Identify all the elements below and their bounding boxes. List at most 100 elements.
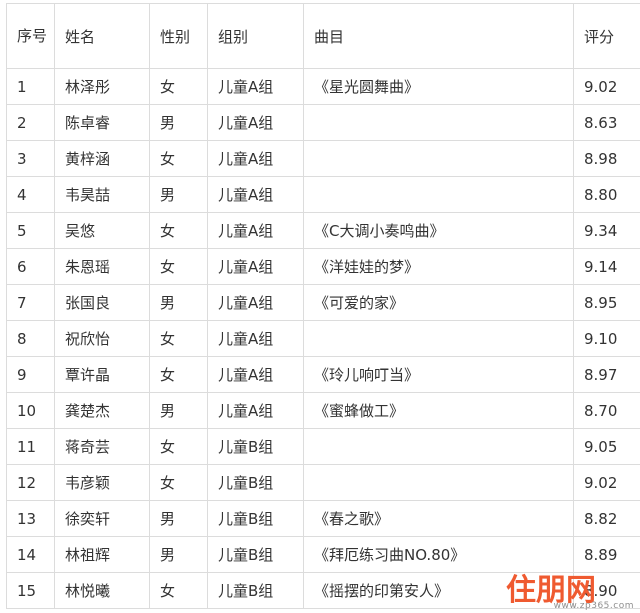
cell-gender: 女	[149, 464, 208, 501]
cell-piece	[303, 176, 574, 213]
cell-name: 朱恩瑶	[54, 248, 150, 285]
cell-no: 11	[6, 428, 55, 465]
cell-score: 9.34	[573, 212, 640, 249]
cell-name: 林祖辉	[54, 536, 150, 573]
table-header-row: 序号 姓名 性别 组别 曲目 评分	[6, 3, 640, 69]
table-row: 1 林泽彤女儿童A组 《星光圆舞曲》 9.02	[6, 68, 640, 105]
cell-name: 韦彦颖	[54, 464, 150, 501]
cell-score: 9.14	[573, 248, 640, 285]
cell-score: 8.97	[573, 356, 640, 393]
cell-piece	[303, 464, 574, 501]
cell-piece	[303, 320, 574, 357]
cell-group: 儿童A组	[207, 320, 304, 357]
cell-no: 8	[6, 320, 55, 357]
cell-name: 蒋奇芸	[54, 428, 150, 465]
cell-name: 吴悠	[54, 212, 150, 249]
header-gender: 性别	[149, 3, 208, 69]
cell-group: 儿童A组	[207, 356, 304, 393]
cell-no: 13	[6, 500, 55, 537]
cell-gender: 男	[149, 536, 208, 573]
cell-piece: 《星光圆舞曲》	[303, 68, 574, 105]
table-row: 3 黄梓涵女儿童A组 8.98	[6, 140, 640, 177]
cell-piece: 《拜厄练习曲NO.80》	[303, 536, 574, 573]
cell-piece	[303, 140, 574, 177]
cell-no: 5	[6, 212, 55, 249]
cell-name: 韦昊喆	[54, 176, 150, 213]
results-table-body: 序号 姓名 性别 组别 曲目 评分 1 林泽彤女儿童A组 《星光圆舞曲》 9.02 2 陈…	[6, 3, 640, 609]
cell-group: 儿童A组	[207, 212, 304, 249]
cell-group: 儿童A组	[207, 176, 304, 213]
cell-group: 儿童B组	[207, 572, 304, 609]
table-row: 9 覃许晶女儿童A组 《玲儿响叮当》 8.97	[6, 356, 640, 393]
cell-score: 8.80	[573, 176, 640, 213]
site-watermark: 住朋网 www.zp365.com	[506, 573, 636, 612]
cell-piece	[303, 428, 574, 465]
header-group: 组别	[207, 3, 304, 69]
cell-gender: 女	[149, 428, 208, 465]
cell-score: 8.98	[573, 140, 640, 177]
cell-gender: 男	[149, 176, 208, 213]
cell-piece: 《玲儿响叮当》	[303, 356, 574, 393]
cell-no: 10	[6, 392, 55, 429]
results-table: 序号 姓名 性别 组别 曲目 评分 1 林泽彤女儿童A组 《星光圆舞曲》 9.02 2 陈…	[6, 3, 640, 609]
cell-name: 黄梓涵	[54, 140, 150, 177]
cell-name: 徐奕轩	[54, 500, 150, 537]
cell-score: 9.02	[573, 68, 640, 105]
cell-group: 儿童B组	[207, 536, 304, 573]
cell-piece: 《洋娃娃的梦》	[303, 248, 574, 285]
cell-group: 儿童A组	[207, 104, 304, 141]
cell-no: 2	[6, 104, 55, 141]
watermark-domain: www.zp365.com	[553, 601, 634, 611]
cell-score: 8.63	[573, 104, 640, 141]
cell-piece: 《蜜蜂做工》	[303, 392, 574, 429]
cell-gender: 女	[149, 140, 208, 177]
cell-no: 6	[6, 248, 55, 285]
cell-group: 儿童A组	[207, 392, 304, 429]
cell-score: 9.05	[573, 428, 640, 465]
header-piece: 曲目	[303, 3, 574, 69]
cell-group: 儿童B组	[207, 464, 304, 501]
cell-gender: 女	[149, 572, 208, 609]
cell-gender: 女	[149, 248, 208, 285]
cell-group: 儿童B组	[207, 428, 304, 465]
cell-piece: 《可爱的家》	[303, 284, 574, 321]
cell-gender: 男	[149, 500, 208, 537]
cell-group: 儿童A组	[207, 68, 304, 105]
cell-no: 3	[6, 140, 55, 177]
cell-no: 15	[6, 572, 55, 609]
cell-gender: 女	[149, 320, 208, 357]
table-row: 6 朱恩瑶女儿童A组 《洋娃娃的梦》 9.14	[6, 248, 640, 285]
cell-gender: 男	[149, 392, 208, 429]
table-row: 7 张国良男儿童A组 《可爱的家》 8.95	[6, 284, 640, 321]
cell-piece: 《春之歌》	[303, 500, 574, 537]
table-row: 2 陈卓睿男儿童A组 8.63	[6, 104, 640, 141]
table-row: 5 吴悠女儿童A组 《C大调小奏鸣曲》 9.34	[6, 212, 640, 249]
cell-score: 8.95	[573, 284, 640, 321]
cell-no: 7	[6, 284, 55, 321]
header-score: 评分	[573, 3, 640, 69]
cell-name: 陈卓睿	[54, 104, 150, 141]
table-row: 10 龚楚杰男儿童A组 《蜜蜂做工》 8.70	[6, 392, 640, 429]
cell-name: 龚楚杰	[54, 392, 150, 429]
cell-score: 9.02	[573, 464, 640, 501]
table-row: 8 祝欣怡女儿童A组 9.10	[6, 320, 640, 357]
cell-name: 覃许晶	[54, 356, 150, 393]
cell-score: 8.70	[573, 392, 640, 429]
cell-no: 1	[6, 68, 55, 105]
cell-score: 8.89	[573, 536, 640, 573]
cell-no: 4	[6, 176, 55, 213]
table-row: 11 蒋奇芸女儿童B组 9.05	[6, 428, 640, 465]
cell-group: 儿童A组	[207, 140, 304, 177]
cell-score: 8.82	[573, 500, 640, 537]
cell-name: 林泽彤	[54, 68, 150, 105]
cell-group: 儿童B组	[207, 500, 304, 537]
cell-gender: 男	[149, 104, 208, 141]
cell-gender: 女	[149, 68, 208, 105]
cell-score: 9.10	[573, 320, 640, 357]
header-no: 序号	[6, 3, 55, 69]
table-row: 12 韦彦颖女儿童B组 9.02	[6, 464, 640, 501]
cell-piece	[303, 104, 574, 141]
cell-group: 儿童A组	[207, 284, 304, 321]
cell-piece: 《C大调小奏鸣曲》	[303, 212, 574, 249]
cell-no: 9	[6, 356, 55, 393]
